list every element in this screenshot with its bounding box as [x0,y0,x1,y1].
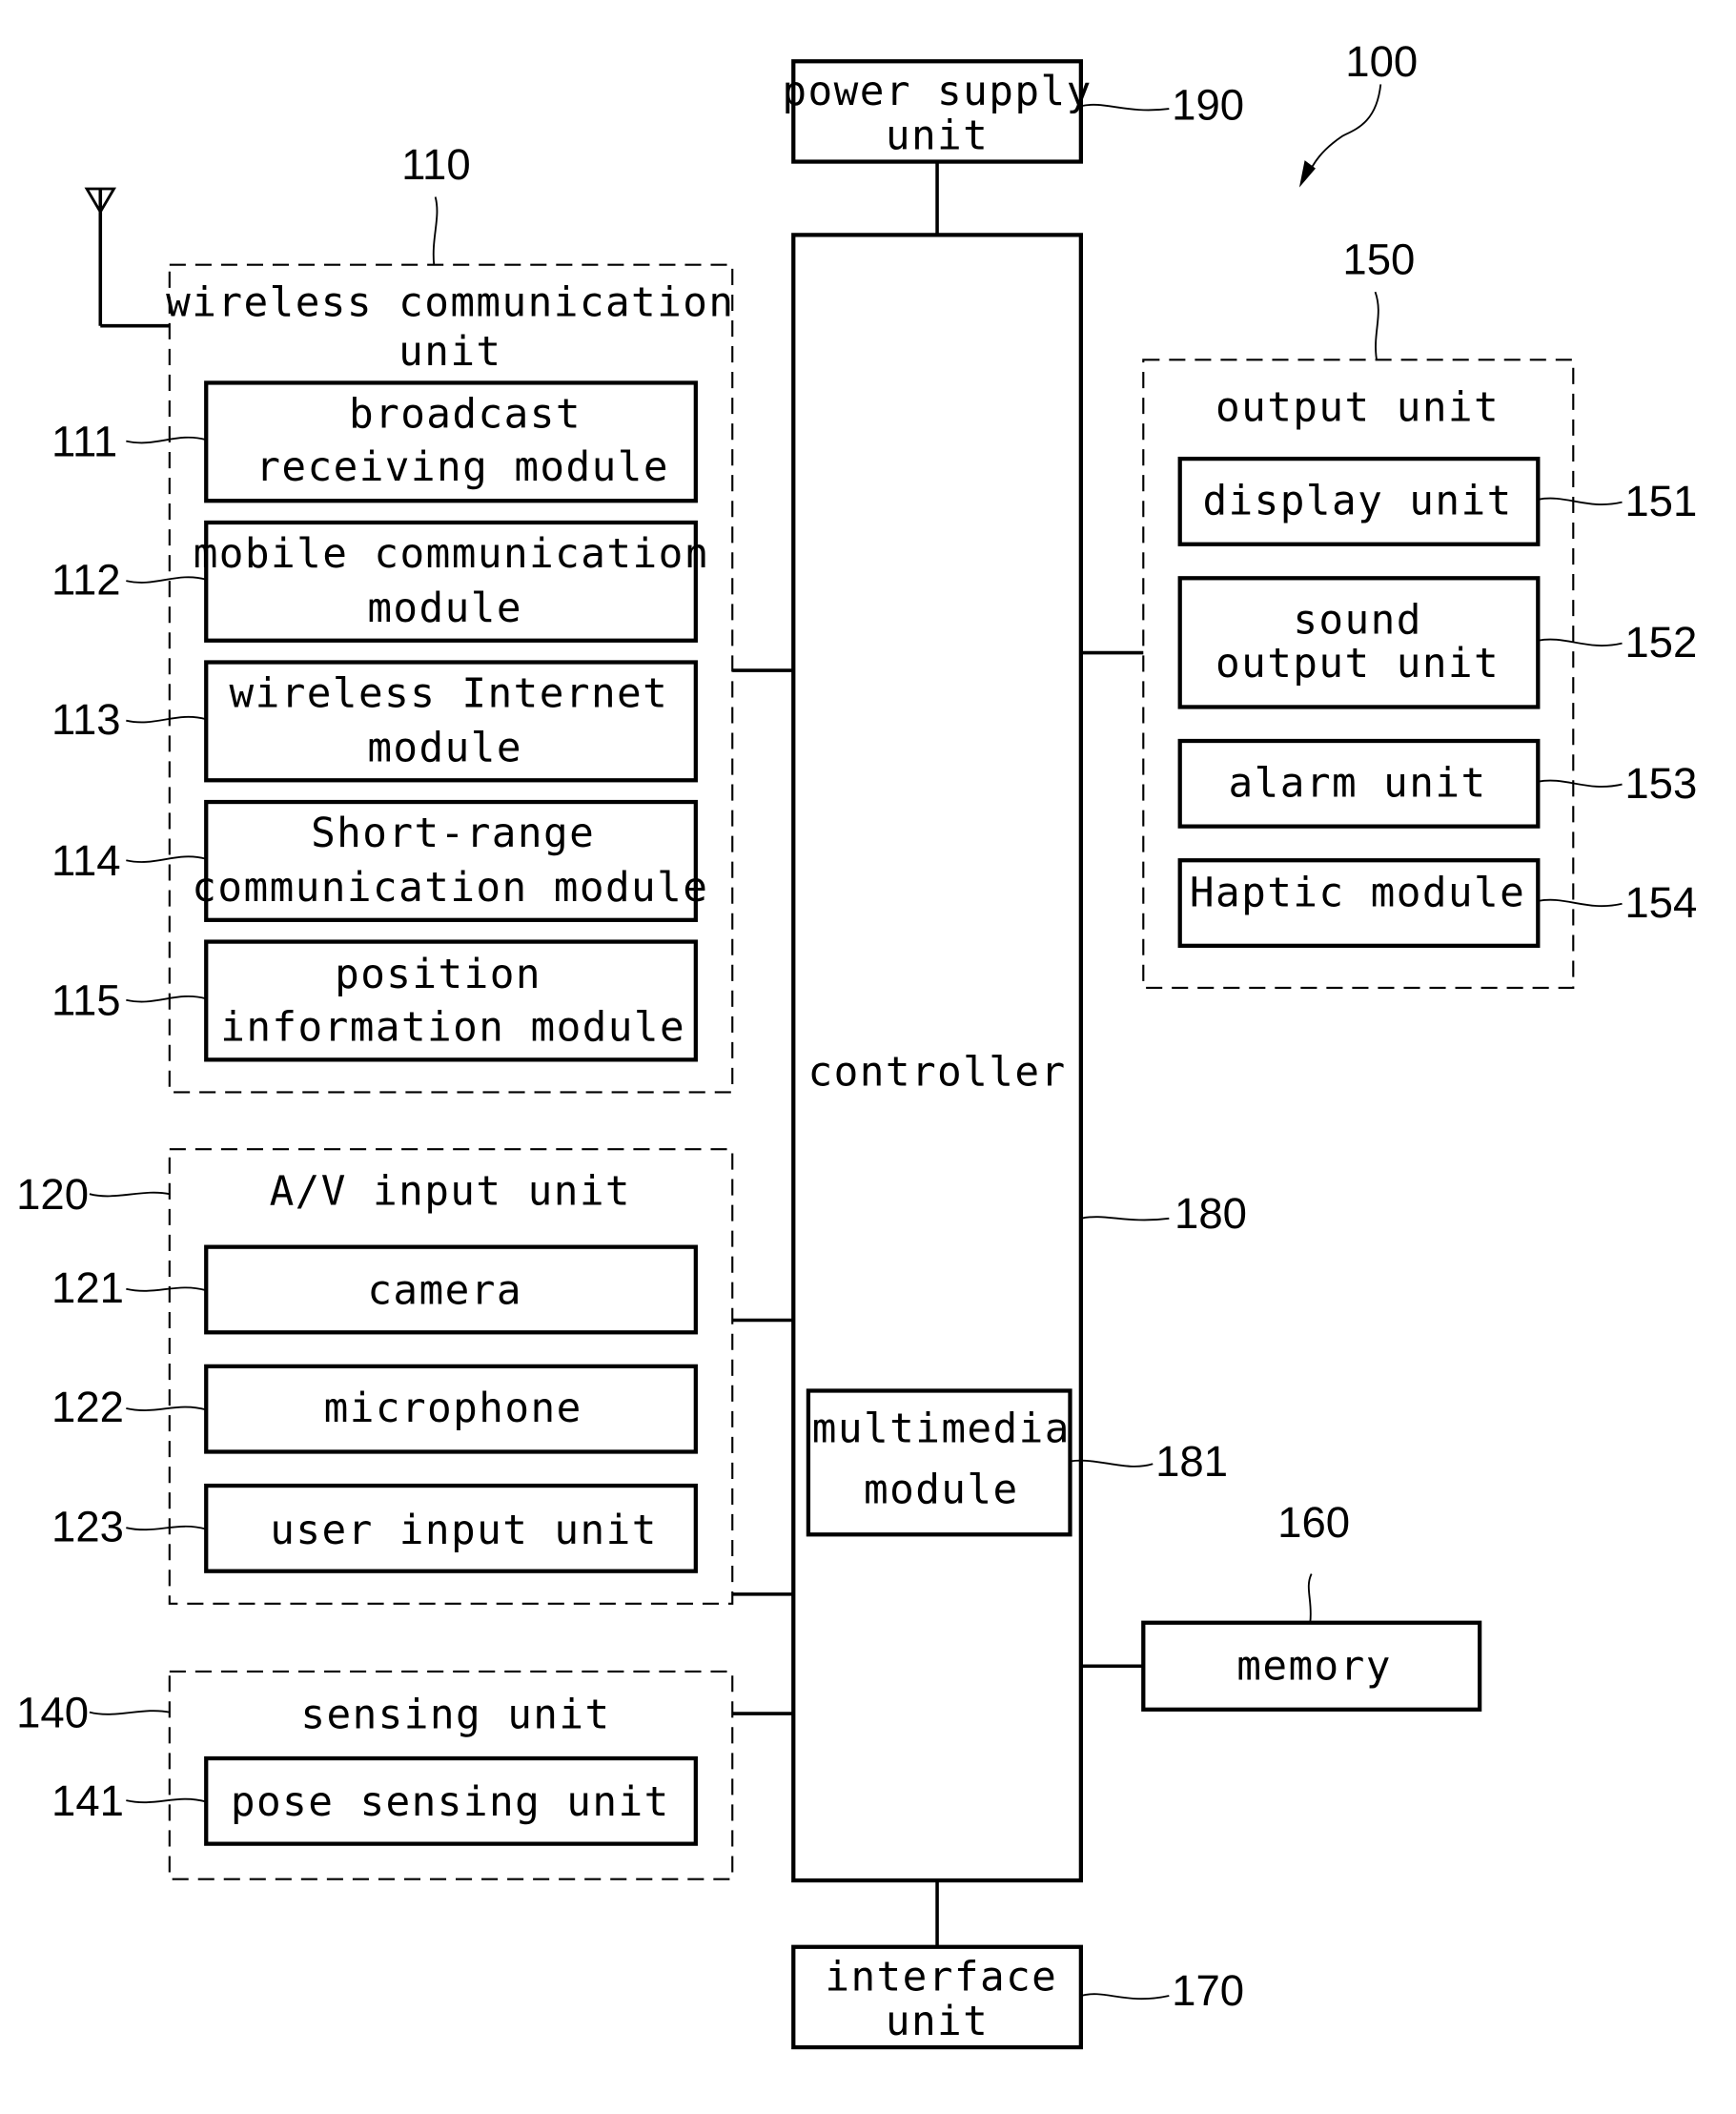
sound-output-line1: sound [1293,597,1422,645]
haptic-module-label: Haptic module [1190,870,1525,917]
position-information-module: position information module [204,939,698,1062]
pose-sensing-label: pose sensing unit [231,1778,670,1826]
ref-180: 180 [1174,1189,1247,1238]
module-112-line1: mobile communication [194,530,710,578]
module-113-line1: wireless Internet [230,669,669,717]
power-supply-line1: power supply [782,68,1092,115]
ref-115: 115 [51,975,121,1024]
memory-label: memory [1236,1642,1392,1690]
lead-110 [432,196,439,265]
wireless-internet-module: wireless Internet module [204,660,698,783]
ref-154: 154 [1624,878,1697,927]
wireless-line1: wireless communication [166,279,734,327]
lead-180 [1080,1216,1170,1221]
lead-122 [126,1406,207,1411]
lead-121 [126,1286,207,1292]
lead-120 [89,1191,171,1198]
microphone: microphone [204,1364,698,1454]
sound-output-unit: sound output unit [1177,576,1541,709]
ref-112: 112 [51,555,121,604]
display-unit-label: display unit [1202,477,1512,524]
lead-115 [126,995,207,1003]
ref-160: 160 [1277,1498,1350,1547]
module-113-line2: module [367,724,522,771]
lead-170 [1080,1993,1170,2001]
lead-152 [1538,638,1623,647]
interface-line2: unit [886,1998,989,2045]
ref-150: 150 [1342,236,1415,284]
alarm-unit-label: alarm unit [1229,759,1487,807]
controller-label: controller [808,1048,1067,1096]
haptic-module: Haptic module [1177,858,1541,948]
broadcast-receiving-module: broadcast receiving module [204,380,698,503]
ref-190: 190 [1172,80,1244,129]
lead-114 [126,855,207,863]
lead-123 [126,1525,207,1531]
module-111-line2: receiving module [255,443,669,491]
ref-122: 122 [51,1383,124,1431]
output-label: output unit [1215,383,1500,431]
memory: memory [1141,1620,1482,1712]
lead-190 [1080,103,1170,112]
module-114-line2: communication module [192,864,708,912]
lead-141 [126,1797,207,1804]
sound-output-line2: output unit [1215,640,1500,688]
interface-unit: interface unit [791,1944,1083,2050]
module-111-line1: broadcast [349,390,582,438]
display-unit: display unit [1177,456,1541,546]
module-114-line1: Short-range [311,810,595,857]
camera: camera [204,1244,698,1335]
mobile-communication-module: mobile communication module [194,520,710,643]
ref-100-arrow [1306,84,1382,177]
multimedia-module: multimedia module [806,1388,1072,1537]
ref-152: 152 [1624,618,1697,667]
ref-114: 114 [51,836,121,885]
multimedia-line2: module [864,1467,1019,1514]
lead-112 [126,576,207,584]
ref-181: 181 [1155,1437,1228,1486]
alarm-unit: alarm unit [1177,738,1541,829]
module-115-line1: position [335,951,541,998]
wireless-line2: unit [398,328,501,376]
module-112-line2: module [367,585,522,632]
short-range-communication-module: Short-range communication module [192,799,708,922]
user-input-unit: user input unit [204,1483,698,1573]
ref-100: 100 [1345,37,1418,86]
ref-153: 153 [1624,759,1697,808]
pose-sensing-unit: pose sensing unit [204,1755,698,1846]
block-diagram: 100 power supply unit 190 controller 180… [16,37,1697,2050]
ref-111: 111 [51,417,117,465]
lead-160 [1307,1573,1313,1623]
module-115-line2: information module [220,1003,685,1051]
ref-123: 123 [51,1502,124,1550]
controller: controller [791,233,1083,1883]
multimedia-line1: multimedia [812,1406,1071,1453]
ref-140: 140 [16,1688,89,1736]
camera-label: camera [367,1266,522,1314]
lead-154 [1538,898,1623,908]
lead-151 [1538,497,1623,505]
lead-111 [126,436,207,444]
sensing-label: sensing unit [300,1692,610,1739]
lead-150 [1374,291,1379,360]
lead-153 [1538,779,1623,788]
lead-113 [126,715,207,724]
ref-110: 110 [401,140,471,189]
ref-141: 141 [51,1776,124,1825]
ref-151: 151 [1624,477,1697,525]
ref-170: 170 [1172,1966,1244,2015]
lead-140 [89,1710,171,1715]
microphone-label: microphone [324,1385,582,1432]
antenna-icon [84,187,170,328]
power-supply-unit: power supply unit [782,59,1092,164]
user-input-label: user input unit [270,1507,658,1554]
interface-line1: interface [825,1953,1057,2001]
av-input-label: A/V input unit [270,1168,631,1216]
power-supply-line2: unit [886,113,989,160]
ref-113: 113 [51,695,121,744]
ref-120: 120 [16,1170,89,1219]
ref-121: 121 [51,1263,124,1312]
